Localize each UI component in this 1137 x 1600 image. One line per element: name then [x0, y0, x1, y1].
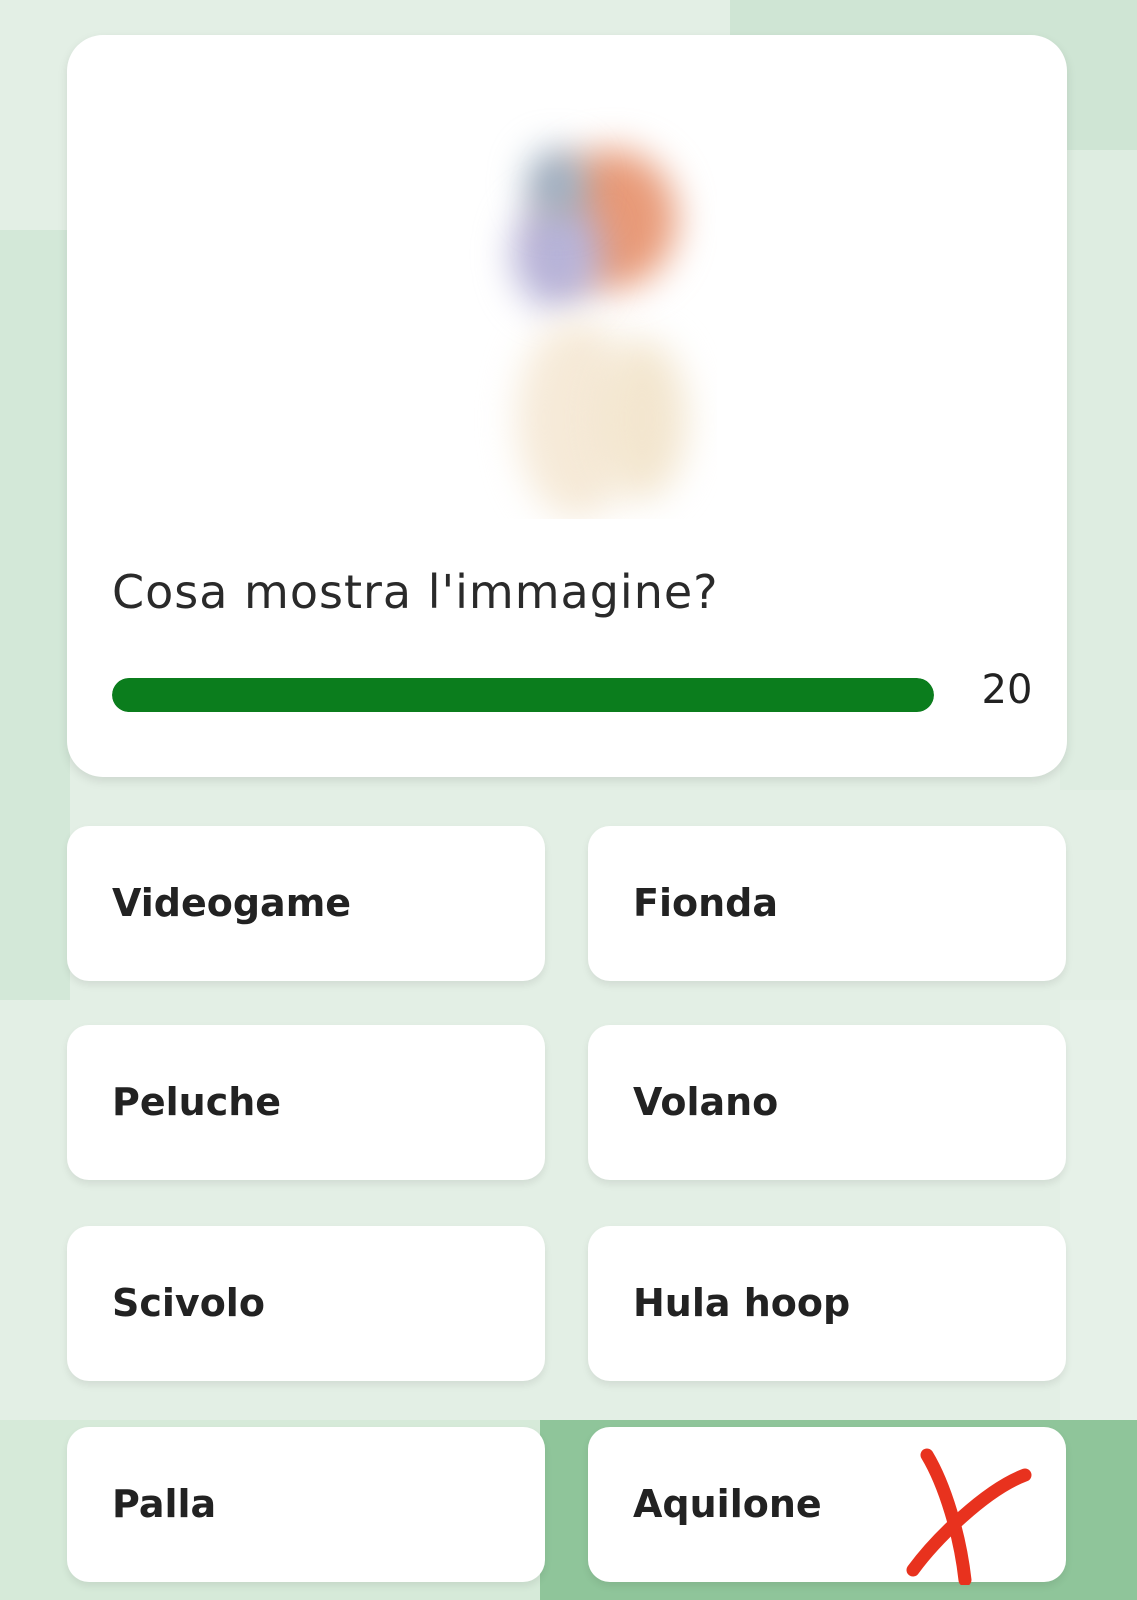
red-x-mark-icon: [906, 1448, 1032, 1585]
answer-button[interactable]: Hula hoop: [588, 1226, 1066, 1381]
answer-button[interactable]: Videogame: [67, 826, 545, 981]
answer-label: Hula hoop: [633, 1281, 851, 1325]
background-panel: [0, 230, 70, 1000]
timer-value: 20: [981, 667, 1033, 713]
timer-progress-bar: [112, 678, 934, 712]
background-panel: [1060, 150, 1137, 790]
answer-label: Volano: [633, 1080, 779, 1124]
answer-label: Peluche: [112, 1080, 282, 1124]
answer-button[interactable]: Palla: [67, 1427, 545, 1582]
answer-label: Scivolo: [112, 1281, 265, 1325]
answer-label: Videogame: [112, 881, 352, 925]
answer-label: Fionda: [633, 881, 778, 925]
blurred-question-image: [457, 89, 717, 519]
answer-button[interactable]: Volano: [588, 1025, 1066, 1180]
question-card: Cosa mostra l'immagine? 20: [67, 35, 1067, 777]
answer-label: Aquilone: [633, 1482, 822, 1526]
answer-label: Palla: [112, 1482, 217, 1526]
answer-button[interactable]: Peluche: [67, 1025, 545, 1180]
answer-button[interactable]: Scivolo: [67, 1226, 545, 1381]
timer-progress-fill: [112, 678, 934, 712]
background-panel: [1060, 1000, 1137, 1420]
answer-button[interactable]: Fionda: [588, 826, 1066, 981]
question-text: Cosa mostra l'immagine?: [112, 565, 719, 619]
